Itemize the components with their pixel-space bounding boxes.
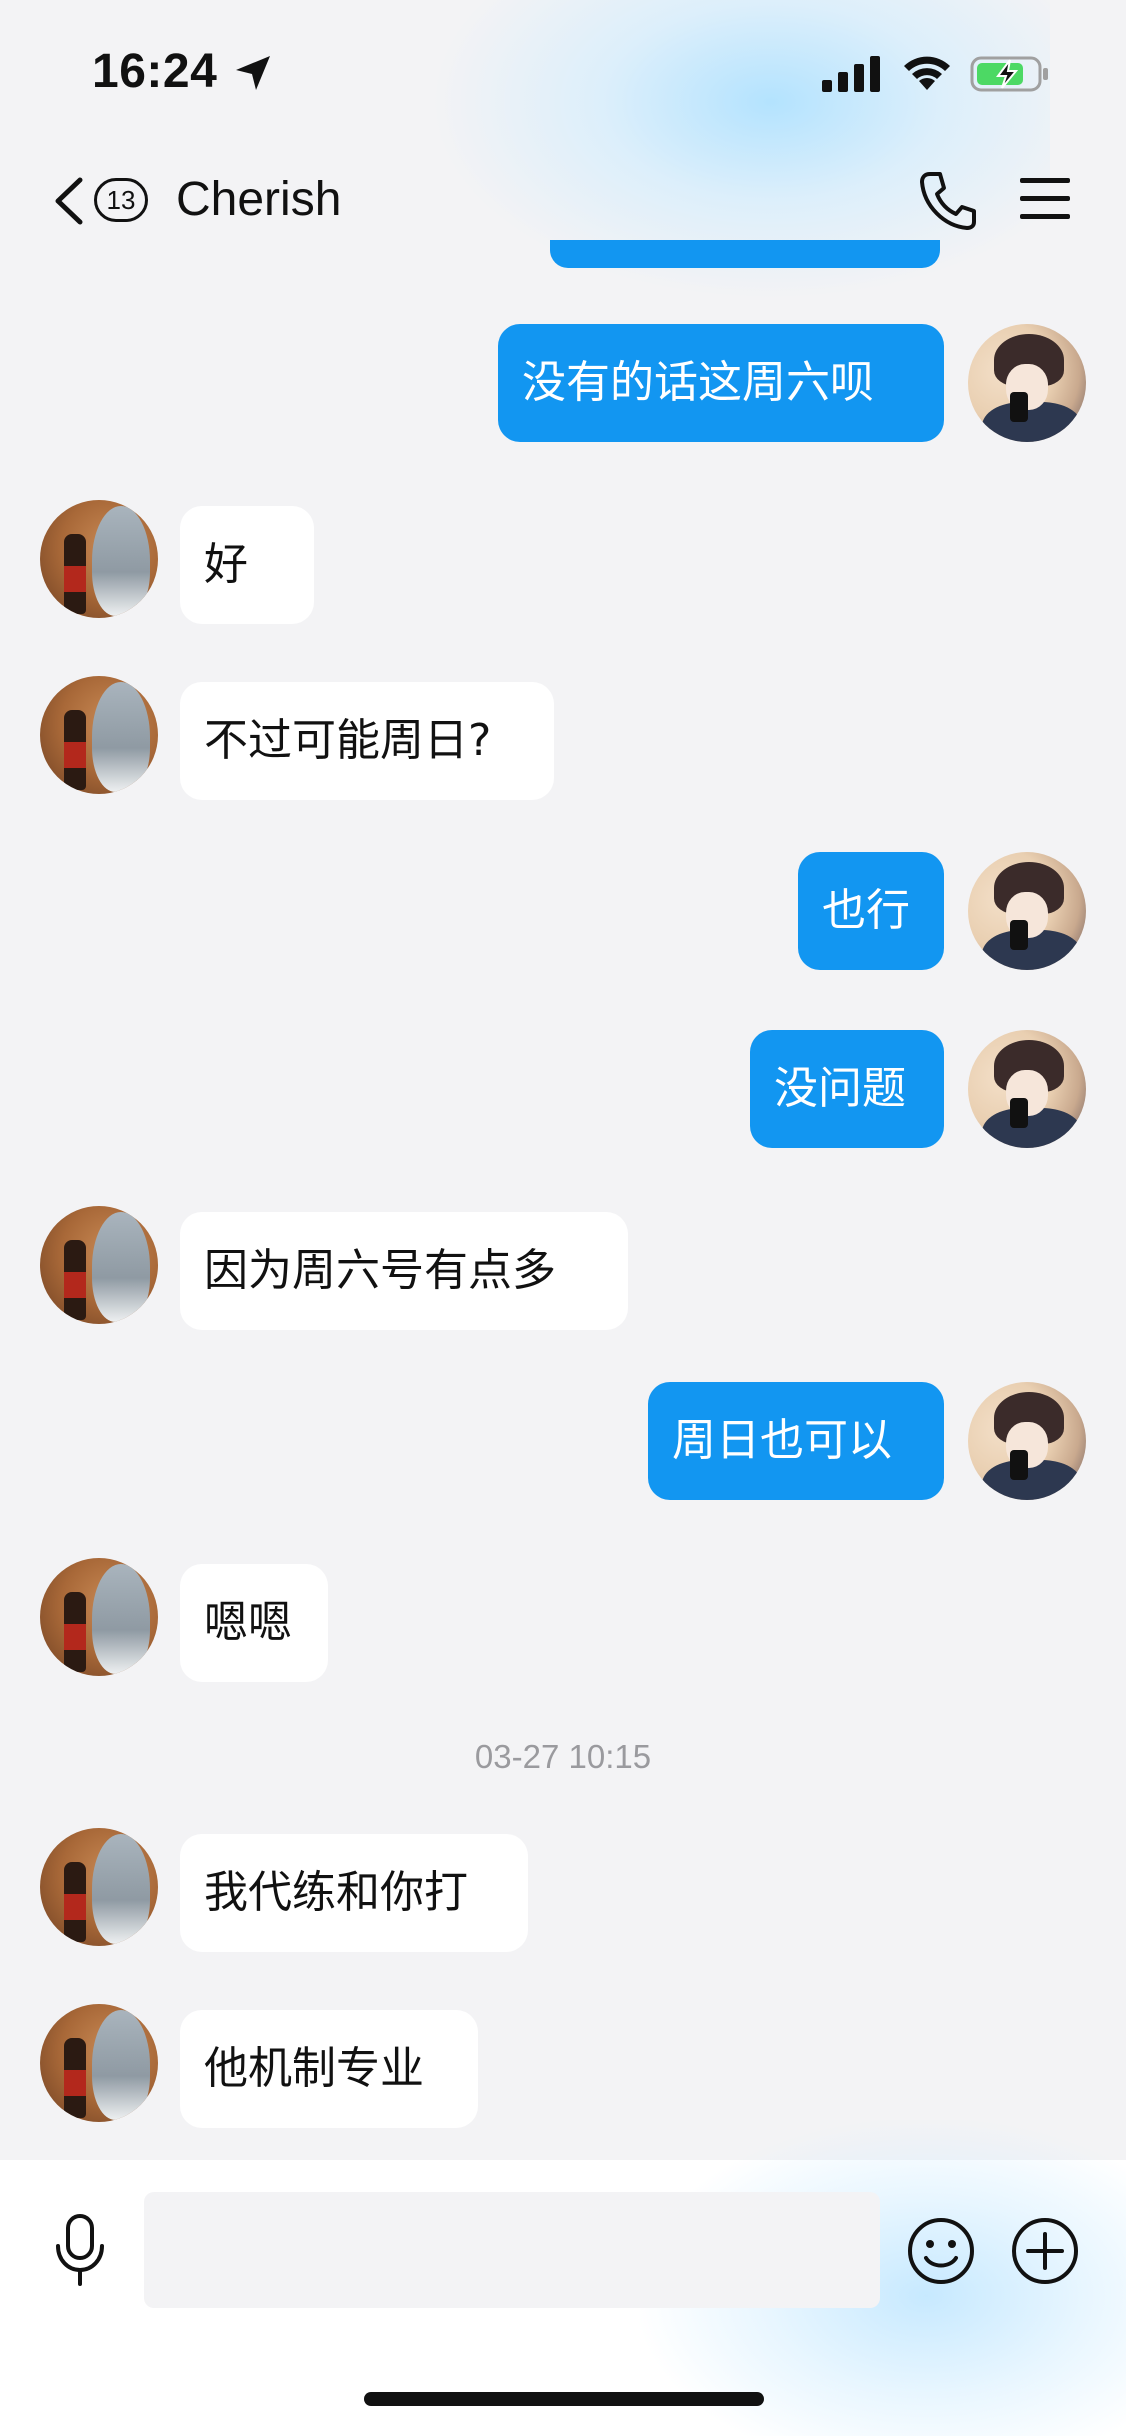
home-indicator[interactable] (364, 2392, 764, 2406)
message-timestamp: 03-27 10:15 (474, 1738, 652, 1775)
menu-icon[interactable] (1018, 174, 1072, 224)
received-message-bubble[interactable]: 我代练和你打 (180, 1834, 528, 1952)
back-button[interactable]: 13 (50, 168, 160, 232)
emoji-icon[interactable] (906, 2216, 976, 2286)
received-message-bubble[interactable]: 好 (180, 506, 314, 624)
my-avatar[interactable] (968, 852, 1086, 970)
sent-message-bubble[interactable]: 没问题 (750, 1030, 944, 1148)
contact-avatar[interactable] (40, 1558, 158, 1676)
contact-avatar[interactable] (40, 2004, 158, 2122)
contact-avatar[interactable] (40, 676, 158, 794)
battery-charging-icon (970, 56, 1048, 92)
sent-message-bubble[interactable]: 没有的话这周六呗 (498, 324, 944, 442)
received-message-bubble[interactable]: 嗯嗯 (180, 1564, 328, 1682)
message-input[interactable] (144, 2192, 880, 2308)
signal-icon (822, 56, 880, 92)
back-chevron-icon (55, 177, 83, 225)
phone-call-icon[interactable] (916, 168, 976, 232)
status-time: 16:24 (92, 45, 218, 98)
contact-avatar[interactable] (40, 1206, 158, 1324)
contact-avatar[interactable] (40, 500, 158, 618)
unread-count-badge: 13 (94, 178, 148, 222)
received-message-bubble[interactable]: 因为周六号有点多 (180, 1212, 628, 1330)
plus-icon[interactable] (1010, 2216, 1080, 2286)
my-avatar[interactable] (968, 1382, 1086, 1500)
sent-message-bubble[interactable]: 也行 (798, 852, 944, 970)
my-avatar[interactable] (968, 1030, 1086, 1148)
wifi-icon (904, 56, 950, 90)
location-arrow-icon (236, 56, 270, 90)
received-message-bubble[interactable]: 他机制专业 (180, 2010, 478, 2128)
sent-message-bubble[interactable]: 周日也可以 (648, 1382, 944, 1500)
received-message-bubble[interactable]: 不过可能周日? (180, 682, 554, 800)
contact-avatar[interactable] (40, 1828, 158, 1946)
status-bar: 16:24 (0, 0, 1126, 140)
chat-screen: 16:24 13 Cherish 没有的话这周六呗 好 不过可能周日? 也行 没… (0, 0, 1126, 2436)
my-avatar[interactable] (968, 324, 1086, 442)
partial-message-bubble[interactable] (550, 240, 940, 268)
contact-name[interactable]: Cherish (176, 172, 341, 227)
microphone-icon[interactable] (50, 2212, 110, 2288)
